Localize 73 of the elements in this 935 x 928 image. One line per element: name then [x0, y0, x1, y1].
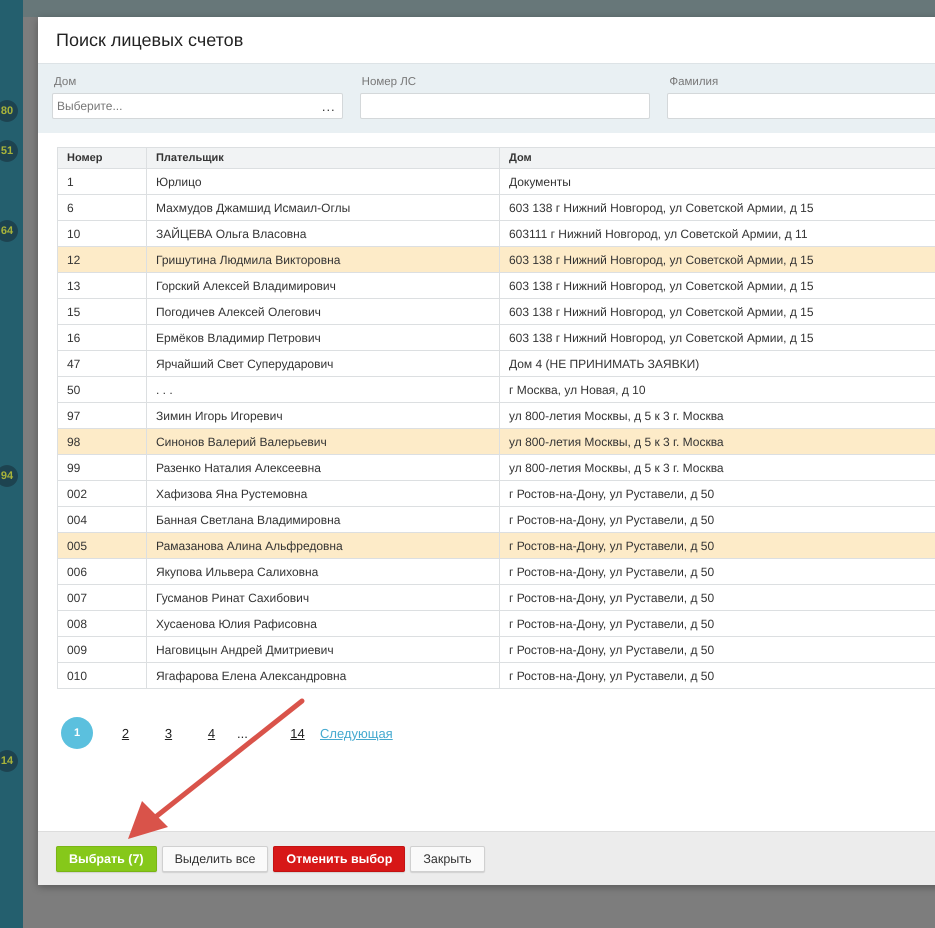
- table-row[interactable]: 15 Погодичев Алексей Олегович 603 138 г Нижний Новгород, ул Советской Армии, д 15: [58, 298, 935, 324]
- table-row[interactable]: 010 Ягафарова Елена Александровна г Ростов-на-Дону, ул Руставели, д 50: [58, 662, 935, 688]
- table-cell: Погодичев Алексей Олегович: [146, 298, 500, 324]
- table-cell: 16: [58, 324, 146, 350]
- table-row[interactable]: 47 Ярчайший Свет Суперударович Дом 4 (НЕ ПРИНИМАТЬ ЗАЯВКИ): [58, 350, 935, 376]
- table-cell: г Ростов-на-Дону, ул Руставели, д 50: [500, 532, 935, 558]
- table-row[interactable]: 50 . . . г Москва, ул Новая, д 10: [58, 376, 935, 402]
- table-cell: 15: [58, 298, 146, 324]
- page-button[interactable]: 2: [104, 717, 147, 749]
- column-header: Номер: [58, 148, 146, 168]
- table-cell: 6: [58, 194, 146, 220]
- table-cell: 12: [58, 246, 146, 272]
- page-button[interactable]: 14: [276, 717, 319, 749]
- table-row[interactable]: 99 Разенко Наталия Алексеевна ул 800-летия Москвы, д 5 к 3 г. Москва: [58, 454, 935, 480]
- table-cell: ул 800-летия Москвы, д 5 к 3 г. Москва: [500, 428, 935, 454]
- action-button[interactable]: Закрыть: [410, 846, 484, 872]
- page-button[interactable]: 4: [190, 717, 233, 749]
- input-field[interactable]: Выберите... ...: [52, 93, 343, 119]
- column-header: Плательщик: [146, 148, 500, 168]
- table-cell: 50: [58, 376, 146, 402]
- table-cell: 010: [58, 662, 146, 688]
- table-cell: 47: [58, 350, 146, 376]
- field-label: Номер ЛС: [362, 76, 418, 88]
- table-row[interactable]: 12 Гришутина Людмила Викторовна 603 138 г Нижний Новгород, ул Советской Армии, д 15: [58, 246, 935, 272]
- table-row[interactable]: 98 Синонов Валерий Валерьевич ул 800-летия Москвы, д 5 к 3 г. Москва: [58, 428, 935, 454]
- more-button[interactable]: ...: [322, 98, 336, 114]
- table-cell: 008: [58, 610, 146, 636]
- table-row[interactable]: 007 Гусманов Ринат Сахибович г Ростов-на-Дону, ул Руставели, д 50: [58, 584, 935, 610]
- table-cell: Ермёков Владимир Петрович: [146, 324, 500, 350]
- table-row[interactable]: 009 Наговицын Андрей Дмитриевич г Ростов-на-Дону, ул Руставели, д 50: [58, 636, 935, 662]
- table-cell: 13: [58, 272, 146, 298]
- table-cell: Наговицын Андрей Дмитриевич: [146, 636, 500, 662]
- table-cell: 603 138 г Нижний Новгород, ул Советской Армии, д 15: [500, 246, 935, 272]
- table-row[interactable]: 005 Рамазанова Алина Альфредовна г Ростов-на-Дону, ул Руставели, д 50: [58, 532, 935, 558]
- field-label: Дом: [54, 76, 78, 88]
- table-cell: 002: [58, 480, 146, 506]
- page-ellipsis: ...: [237, 726, 248, 740]
- column-header: Дом: [500, 148, 935, 168]
- table-cell: Разенко Наталия Алексеевна: [146, 454, 500, 480]
- input-field[interactable]: [667, 93, 935, 119]
- page-button[interactable]: 3: [147, 717, 190, 749]
- table-cell: Хусаенова Юлия Рафисовна: [146, 610, 500, 636]
- table-row[interactable]: 13 Горский Алексей Владимирович 603 138 г Нижний Новгород, ул Советской Армии, д 15: [58, 272, 935, 298]
- table-cell: 99: [58, 454, 146, 480]
- table-cell: 009: [58, 636, 146, 662]
- table-row[interactable]: 008 Хусаенова Юлия Рафисовна г Ростов-на-Дону, ул Руставели, д 50: [58, 610, 935, 636]
- table-cell: Якупова Ильвера Салиховна: [146, 558, 500, 584]
- table-cell: Махмудов Джамшид Исмаил-Оглы: [146, 194, 500, 220]
- field-label: Фамилия: [669, 76, 720, 88]
- table-cell: . . .: [146, 376, 500, 402]
- table-cell: Юрлицо: [146, 168, 500, 194]
- table-cell: Хафизова Яна Рустемовна: [146, 480, 500, 506]
- table-cell: 005: [58, 532, 146, 558]
- table-row[interactable]: 1 Юрлицо Документы: [58, 168, 935, 194]
- table-cell: Ягафарова Елена Александровна: [146, 662, 500, 688]
- table-cell: Гришутина Людмила Викторовна: [146, 246, 500, 272]
- table-cell: 98: [58, 428, 146, 454]
- table-cell: Ярчайший Свет Суперударович: [146, 350, 500, 376]
- table-cell: 006: [58, 558, 146, 584]
- table-cell: Рамазанова Алина Альфредовна: [146, 532, 500, 558]
- table-row[interactable]: 006 Якупова Ильвера Салиховна г Ростов-на-Дону, ул Руставели, д 50: [58, 558, 935, 584]
- table-cell: 007: [58, 584, 146, 610]
- table-row[interactable]: 16 Ермёков Владимир Петрович 603 138 г Нижний Новгород, ул Советской Армии, д 15: [58, 324, 935, 350]
- input-field[interactable]: [360, 93, 650, 119]
- table-cell: Синонов Валерий Валерьевич: [146, 428, 500, 454]
- table-row[interactable]: 6 Махмудов Джамшид Исмаил-Оглы 603 138 г Нижний Новгород, ул Советской Армии, д 15: [58, 194, 935, 220]
- dialog-title: Поиск лицевых счетов: [56, 30, 244, 50]
- table-cell: 1: [58, 168, 146, 194]
- table-cell: Горский Алексей Владимирович: [146, 272, 500, 298]
- table-row[interactable]: 002 Хафизова Яна Рустемовна г Ростов-на-Дону, ул Руставели, д 50: [58, 480, 935, 506]
- table-cell: Гусманов Ринат Сахибович: [146, 584, 500, 610]
- action-button[interactable]: Выделить все: [162, 846, 268, 872]
- action-button[interactable]: Отменить выбор: [273, 846, 406, 872]
